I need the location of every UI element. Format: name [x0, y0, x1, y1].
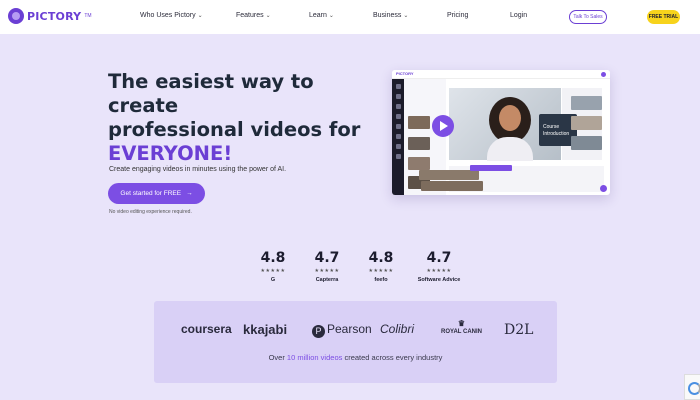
rating-capterra: 4.7 ★★★★★ Capterra — [302, 250, 352, 283]
mockup-fab-icon — [600, 185, 607, 192]
caption-suffix: created across every industry — [342, 353, 443, 362]
nav-label: Features — [236, 12, 264, 19]
rating-score: 4.7 — [426, 250, 452, 266]
pearson-text: Pearson — [327, 322, 372, 336]
g2-logo: G — [270, 277, 276, 283]
recaptcha-badge[interactable] — [684, 374, 700, 400]
nav-pricing[interactable]: Pricing — [447, 12, 468, 19]
nav-who-uses-pictory[interactable]: Who Uses Pictory ⌄ — [140, 12, 203, 19]
hero-title-accent: EVERYONE! — [108, 142, 233, 165]
mockup-brand: PICTORY — [396, 71, 414, 76]
presenter-image — [485, 95, 535, 161]
nav-label: Login — [510, 12, 528, 19]
colibri-logo: Colibri — [380, 322, 415, 336]
stars-icon: ★★★★★ — [426, 268, 452, 274]
no-experience-note: No video editing experience required. — [109, 209, 192, 215]
top-navbar: PICTORY TM Who Uses Pictory ⌄ Features ⌄ L… — [0, 0, 700, 34]
pictory-logo[interactable]: PICTORY TM — [8, 8, 92, 24]
nav-label: Learn — [309, 12, 327, 19]
mockup-topbar: PICTORY — [392, 70, 610, 79]
royal-canin-text: ROYAL CANIN — [441, 329, 483, 335]
stars-icon: ★★★★★ — [314, 268, 340, 274]
nav-label: Business — [373, 12, 402, 19]
chevron-down-icon: ⌄ — [197, 13, 203, 19]
feefo-logo: feefo — [374, 277, 388, 283]
kajabi-logo: kkajabi — [243, 322, 287, 337]
nav-business[interactable]: Business ⌄ — [373, 12, 408, 19]
timeline-clip — [419, 170, 479, 180]
pictory-logo-icon — [8, 8, 24, 24]
stars-icon: ★★★★★ — [260, 268, 286, 274]
side-thumbnail — [571, 136, 602, 150]
chevron-down-icon: ⌄ — [403, 13, 409, 19]
mockup-avatar-icon — [601, 72, 606, 77]
nav-label: Who Uses Pictory — [140, 12, 196, 19]
scene-thumbnail — [408, 157, 430, 170]
pearson-logo: P Pearson — [312, 322, 372, 338]
course-line2: Introduction — [543, 131, 570, 137]
scene-thumbnail — [408, 137, 430, 150]
play-icon — [432, 115, 454, 137]
hero-title-line1: The easiest way to create — [108, 70, 314, 117]
nav-learn[interactable]: Learn ⌄ — [309, 12, 334, 19]
rating-score: 4.8 — [368, 250, 394, 266]
coursera-logo: coursera — [181, 322, 232, 336]
software-advice-logo: Software Advice — [417, 277, 461, 283]
d2l-logo: D2L — [504, 322, 534, 338]
rating-g2: 4.8 ★★★★★ G — [248, 250, 298, 283]
caption-prefix: Over — [268, 353, 287, 362]
kajabi-text: kajabi — [250, 322, 288, 337]
course-line1: Course — [543, 124, 560, 130]
rating-software-advice: 4.7 ★★★★★ Software Advice — [414, 250, 464, 283]
get-started-button[interactable]: Get started for FREE → — [108, 183, 205, 204]
hero-title: The easiest way to create professional v… — [108, 70, 378, 166]
timeline-clip — [421, 181, 483, 191]
talk-to-sales-button[interactable]: Talk To Sales — [569, 10, 607, 24]
timeline-selection — [470, 165, 512, 171]
rating-score: 4.7 — [314, 250, 340, 266]
rating-score: 4.8 — [260, 250, 286, 266]
caption-highlight: 10 million videos — [286, 353, 343, 362]
nav-features[interactable]: Features ⌄ — [236, 12, 271, 19]
scene-thumbnail — [408, 116, 430, 129]
crown-icon: ♛ — [457, 319, 466, 328]
customer-logos-panel — [154, 301, 557, 383]
videos-created-caption: Over 10 million videos created across ev… — [154, 353, 557, 362]
hero-title-line2: professional videos for — [108, 118, 361, 141]
hero-subtitle: Create engaging videos in minutes using … — [109, 166, 287, 173]
mockup-sidebar — [392, 79, 404, 195]
free-trial-button[interactable]: FREE TRIAL — [647, 10, 680, 24]
rating-feefo: 4.8 ★★★★★ feefo — [356, 250, 406, 283]
brand-name: PICTORY — [27, 9, 82, 23]
side-thumbnail — [571, 116, 602, 130]
stars-icon: ★★★★★ — [368, 268, 394, 274]
royal-canin-logo: ♛ ROYAL CANIN — [441, 320, 482, 336]
chevron-down-icon: ⌄ — [265, 13, 271, 19]
arrow-right-icon: → — [186, 190, 193, 197]
nav-login[interactable]: Login — [510, 12, 527, 19]
nav-label: Pricing — [447, 12, 469, 19]
capterra-logo: Capterra — [315, 277, 339, 283]
pearson-mark: P — [312, 325, 325, 338]
side-thumbnail — [571, 96, 602, 110]
brand-tm: TM — [84, 13, 92, 19]
get-started-label: Get started for FREE — [120, 190, 182, 197]
chevron-down-icon: ⌄ — [328, 13, 334, 19]
